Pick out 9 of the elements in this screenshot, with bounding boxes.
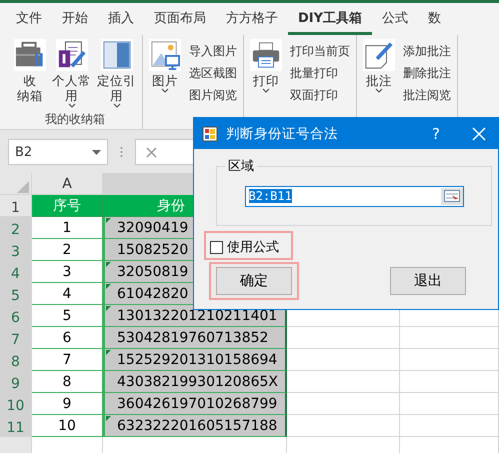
table-cell: 360426197010268799 [103,393,287,415]
table-cell: 43038219930120865X [103,371,287,393]
table-header-cell: 序号 [32,195,103,217]
dialog-title: 判断身份证号合法 [226,124,339,142]
group-label: 我的收纳箱 [44,111,106,128]
checkbox-label: 使用公式 [227,239,279,256]
table-cell: 53042819760713852 [103,327,287,349]
table-cell: 632322201605157188 [103,415,287,437]
table-cell: 152529201310158694 [103,349,287,371]
